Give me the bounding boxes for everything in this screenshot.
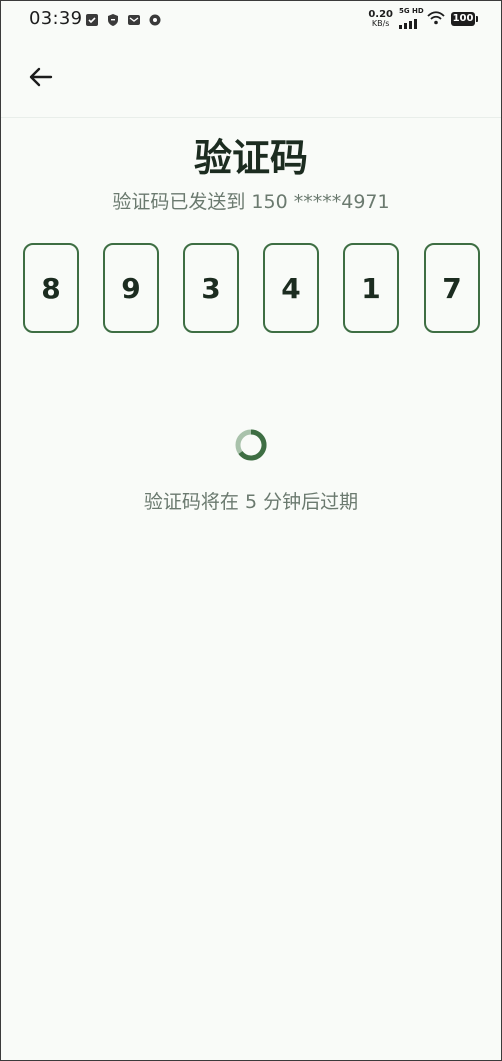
code-digit-box[interactable]: 1: [343, 243, 399, 333]
network-speed-unit: KB/s: [371, 19, 390, 28]
signal-icon: 5G HD: [399, 7, 424, 29]
code-digit-box[interactable]: 7: [424, 243, 480, 333]
code-digit-box[interactable]: 9: [103, 243, 159, 333]
status-right: 0.20 KB/s 5G HD 100: [368, 7, 478, 29]
loading-spinner-icon: [234, 428, 268, 462]
battery-icon: 100: [451, 12, 478, 26]
code-digit-box[interactable]: 3: [183, 243, 239, 333]
mail-icon: [127, 12, 141, 26]
shield-check-icon: [85, 12, 99, 26]
network-speed: 0.20 KB/s: [368, 9, 393, 29]
shield-icon: [106, 12, 120, 26]
header-divider: [1, 117, 501, 118]
status-bar: 03:39 0.20 KB/s 5G HD 100: [1, 1, 501, 39]
page-title: 验证码: [193, 136, 308, 180]
code-digit-box[interactable]: 8: [23, 243, 79, 333]
expiry-notice: 验证码将在 5 分钟后过期: [143, 491, 359, 513]
arrow-left-icon: [25, 67, 57, 97]
sent-to-subtitle: 验证码已发送到 150 *****4971: [112, 191, 390, 213]
status-time: 03:39: [29, 8, 83, 29]
verification-code-input[interactable]: 8 9 3 4 1 7: [23, 243, 481, 333]
signal-label: 5G HD: [399, 7, 424, 15]
notification-icons: [85, 12, 162, 26]
back-button[interactable]: [25, 61, 57, 93]
network-speed-value: 0.20: [368, 9, 393, 20]
code-digit-box[interactable]: 4: [263, 243, 319, 333]
settings-icon: [148, 12, 162, 26]
wifi-icon: [427, 10, 445, 29]
